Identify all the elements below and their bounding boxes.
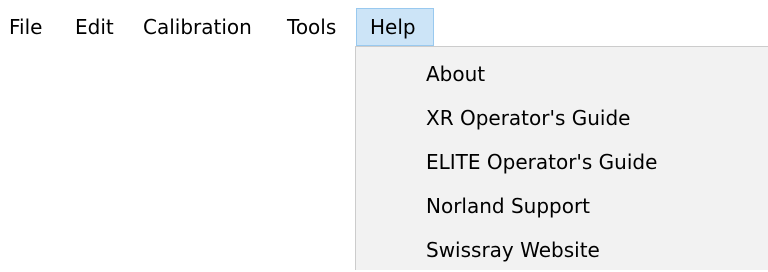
menu-bar: File Edit Calibration Tools Help	[0, 8, 768, 46]
menu-calibration[interactable]: Calibration	[143, 8, 252, 46]
menu-edit[interactable]: Edit	[75, 8, 114, 46]
menu-item-xr-operators-guide[interactable]: XR Operator's Guide	[426, 96, 630, 140]
menu-item-norland-support[interactable]: Norland Support	[426, 184, 590, 228]
menu-item-elite-operators-guide[interactable]: ELITE Operator's Guide	[426, 140, 657, 184]
menu-help[interactable]: Help	[356, 8, 434, 46]
menu-item-about[interactable]: About	[426, 52, 485, 96]
menu-file[interactable]: File	[9, 8, 42, 46]
menu-tools[interactable]: Tools	[287, 8, 336, 46]
menu-item-swissray-website[interactable]: Swissray Website	[426, 228, 600, 272]
help-dropdown-menu: About XR Operator's Guide ELITE Operator…	[355, 46, 768, 270]
